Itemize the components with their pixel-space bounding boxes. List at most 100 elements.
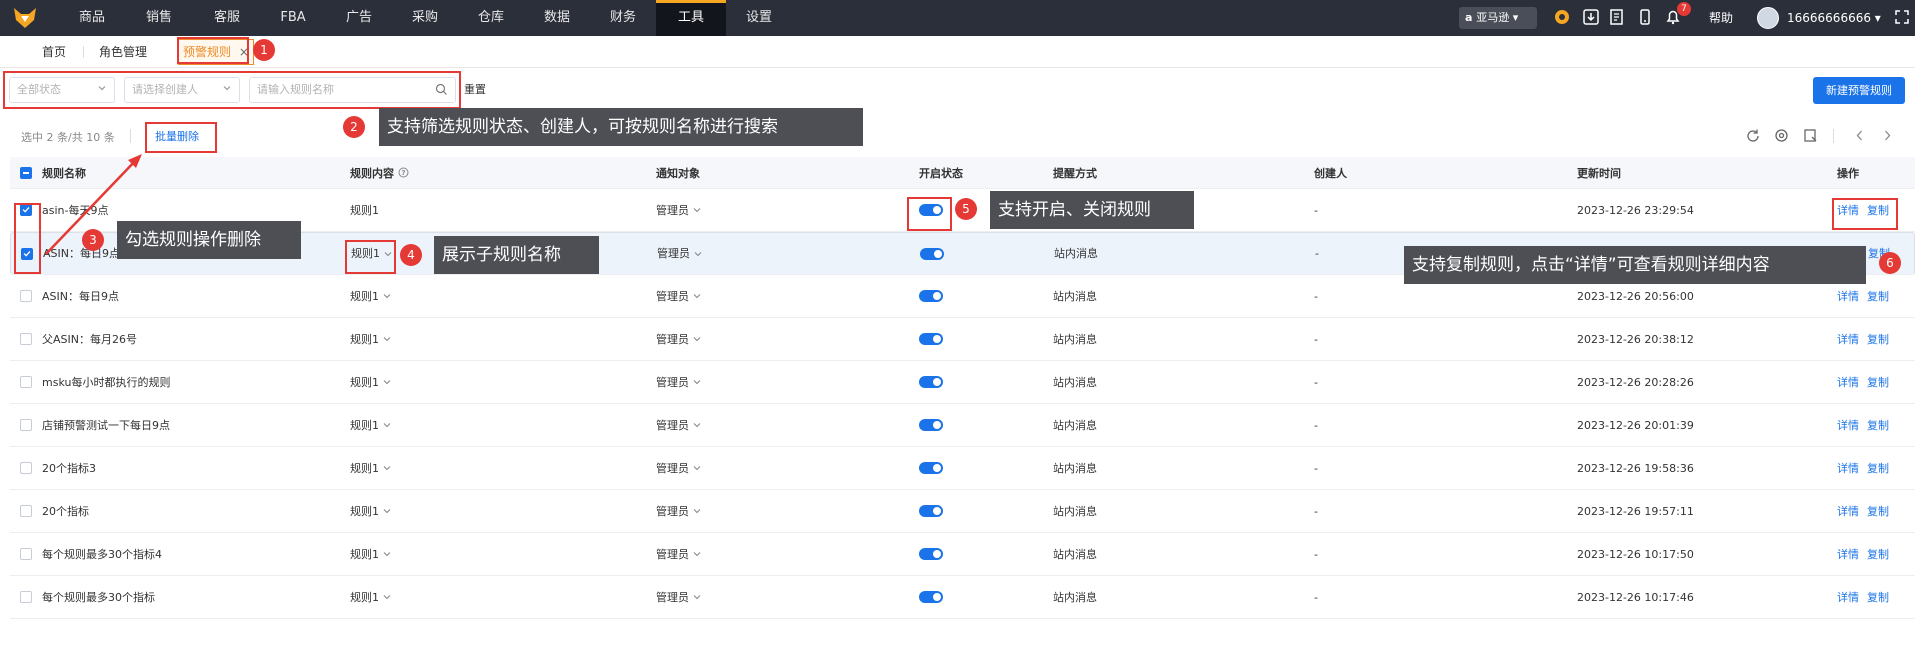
enabled-toggle[interactable] xyxy=(919,505,943,517)
menu-item-sales[interactable]: 销售 xyxy=(124,0,194,36)
chevron-down-icon xyxy=(693,423,701,428)
chevron-right-icon[interactable] xyxy=(1880,128,1895,143)
enabled-toggle[interactable] xyxy=(919,290,943,302)
mobile-icon[interactable] xyxy=(1636,8,1654,26)
notify-target-dropdown[interactable]: 管理员 xyxy=(656,447,702,489)
row-checkbox[interactable] xyxy=(20,591,32,603)
menu-item-products[interactable]: 商品 xyxy=(60,0,124,36)
enabled-toggle[interactable] xyxy=(919,376,943,388)
annotation-marker-4: 4 xyxy=(400,244,422,266)
notify-target-dropdown[interactable]: 管理员 xyxy=(656,275,702,317)
rule-content-dropdown[interactable]: 规则1 xyxy=(350,189,379,231)
creator: - xyxy=(1314,418,1318,432)
table-row[interactable]: 20个指标 规则1 管理员 站内消息 - 2023-12-26 19:57:11 详情 复制 xyxy=(10,490,1915,533)
row-checkbox[interactable] xyxy=(20,333,32,345)
avatar[interactable] xyxy=(1757,7,1779,29)
table-row[interactable]: 父ASIN：每月26号 规则1 管理员 站内消息 - 2023-12-26 20:38:1… xyxy=(10,318,1915,361)
copy-link[interactable]: 复制 xyxy=(1867,460,1889,476)
copy-link[interactable]: 复制 xyxy=(1867,288,1889,304)
fox-logo-icon[interactable] xyxy=(12,6,38,30)
enabled-toggle[interactable] xyxy=(919,591,943,603)
table-row[interactable]: 每个规则最多30个指标 规则1 管理员 站内消息 - 2023-12-26 10:17:4… xyxy=(10,576,1915,619)
menu-item-ads[interactable]: 广告 xyxy=(326,0,392,36)
detail-link[interactable]: 详情 xyxy=(1837,589,1859,605)
copy-link[interactable]: 复制 xyxy=(1867,417,1889,433)
fullscreen-icon[interactable] xyxy=(1893,8,1911,26)
question-icon[interactable]: ? xyxy=(398,167,409,178)
notify-target-dropdown[interactable]: 管理员 xyxy=(656,533,702,575)
download-icon[interactable] xyxy=(1582,8,1600,26)
enabled-toggle[interactable] xyxy=(919,462,943,474)
rule-content-dropdown[interactable]: 规则1 xyxy=(350,447,392,489)
copy-link[interactable]: 复制 xyxy=(1867,503,1889,519)
tab-home[interactable]: 首页 xyxy=(42,36,66,68)
row-checkbox[interactable] xyxy=(20,419,32,431)
marketplace-selector[interactable]: a 亚马逊 ▾ xyxy=(1459,7,1537,29)
enabled-toggle-cell xyxy=(919,404,943,446)
rule-content-dropdown[interactable]: 规则1 xyxy=(350,533,392,575)
detail-link[interactable]: 详情 xyxy=(1837,417,1859,433)
copy-link[interactable]: 复制 xyxy=(1867,546,1889,562)
rule-content-dropdown[interactable]: 规则1 xyxy=(350,490,392,532)
menu-item-settings[interactable]: 设置 xyxy=(726,0,792,36)
select-all-checkbox[interactable] xyxy=(20,166,32,179)
menu-item-tools[interactable]: 工具 xyxy=(656,0,726,36)
row-checkbox[interactable] xyxy=(20,462,32,474)
detail-link[interactable]: 详情 xyxy=(1837,503,1859,519)
menu-item-warehouse[interactable]: 仓库 xyxy=(458,0,524,36)
refresh-icon[interactable] xyxy=(1745,128,1760,143)
menu-item-finance[interactable]: 财务 xyxy=(590,0,656,36)
tab-role-management[interactable]: 角色管理 xyxy=(99,36,147,68)
enabled-toggle[interactable] xyxy=(919,419,943,431)
copy-link[interactable]: 复制 xyxy=(1867,331,1889,347)
settings-icon[interactable] xyxy=(1774,128,1789,143)
copy-link[interactable]: 复制 xyxy=(1867,374,1889,390)
row-checkbox[interactable] xyxy=(20,376,32,388)
row-checkbox[interactable] xyxy=(20,290,32,302)
new-alert-rule-button[interactable]: 新建预警规则 xyxy=(1813,77,1905,104)
export-icon[interactable] xyxy=(1803,128,1818,143)
detail-link[interactable]: 详情 xyxy=(1837,374,1859,390)
menu-item-data[interactable]: 数据 xyxy=(524,0,590,36)
rule-content-dropdown[interactable]: 规则1 xyxy=(350,318,392,360)
detail-link[interactable]: 详情 xyxy=(1837,288,1859,304)
reset-button[interactable]: 重置 xyxy=(464,77,486,103)
user-menu[interactable]: 16666666666 ▾ xyxy=(1787,0,1881,36)
column-header-enabled-status: 开启状态 xyxy=(919,166,963,180)
document-icon[interactable] xyxy=(1608,8,1626,26)
notify-target-dropdown[interactable]: 管理员 xyxy=(656,318,702,360)
row-checkbox[interactable] xyxy=(20,505,32,517)
rule-content-dropdown[interactable]: 规则1 xyxy=(350,361,392,403)
row-checkbox[interactable] xyxy=(20,548,32,560)
table-row[interactable]: 每个规则最多30个指标4 规则1 管理员 站内消息 - 2023-12-26 10:17:… xyxy=(10,533,1915,576)
table-row[interactable]: 店铺预警测试一下每日9点 规则1 管理员 站内消息 - 2023-12-26 20:01:… xyxy=(10,404,1915,447)
detail-link[interactable]: 详情 xyxy=(1837,460,1859,476)
notify-target-dropdown[interactable]: 管理员 xyxy=(656,404,702,446)
notify-target-dropdown[interactable]: 管理员 xyxy=(656,361,702,403)
rule-content-dropdown[interactable]: 规则1 xyxy=(350,576,392,618)
help-link[interactable]: 帮助 xyxy=(1709,0,1733,36)
enabled-toggle[interactable] xyxy=(919,333,943,345)
enabled-toggle[interactable] xyxy=(919,548,943,560)
table-row[interactable]: msku每小时都执行的规则 规则1 管理员 站内消息 - 2023-12-26 20:28… xyxy=(10,361,1915,404)
coin-icon[interactable] xyxy=(1553,8,1571,26)
copy-link[interactable]: 复制 xyxy=(1867,589,1889,605)
rule-content-dropdown[interactable]: 规则1 xyxy=(350,275,392,317)
notify-target-dropdown[interactable]: 管理员 xyxy=(656,189,702,231)
select-all-cell xyxy=(20,157,32,188)
rule-content-dropdown[interactable]: 规则1 xyxy=(350,404,392,446)
menu-item-service[interactable]: 客服 xyxy=(194,0,260,36)
notify-target-dropdown[interactable]: 管理员 xyxy=(656,576,702,618)
notify-target-dropdown[interactable]: 管理员 xyxy=(657,233,703,274)
table-header: 规则名称 规则内容 ? 通知对象 开启状态 提醒方式 创建人 更新时间 操作 xyxy=(10,157,1915,189)
rule-name: 20个指标3 xyxy=(42,462,96,475)
table-row[interactable]: 20个指标3 规则1 管理员 站内消息 - 2023-12-26 19:58:36 详情 复制 xyxy=(10,447,1915,490)
menu-item-purchase[interactable]: 采购 xyxy=(392,0,458,36)
notify-target-dropdown[interactable]: 管理员 xyxy=(656,490,702,532)
detail-link[interactable]: 详情 xyxy=(1837,546,1859,562)
detail-link[interactable]: 详情 xyxy=(1837,331,1859,347)
enabled-toggle[interactable] xyxy=(920,247,944,260)
chevron-down-icon xyxy=(383,466,391,471)
chevron-left-icon[interactable] xyxy=(1852,128,1867,143)
menu-item-fba[interactable]: FBA xyxy=(260,0,326,36)
